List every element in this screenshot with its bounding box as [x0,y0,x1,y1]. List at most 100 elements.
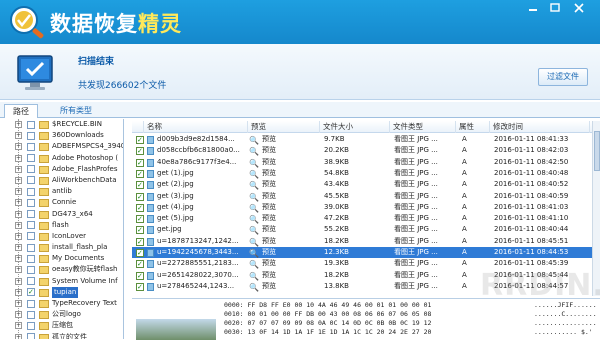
tree-checkbox[interactable] [27,165,35,174]
tree-item[interactable]: + ADBEFMSPCS4_3940? [0,141,123,152]
column-type[interactable]: 文件类型 [390,121,456,133]
tree-item[interactable]: + $RECYCLE.BIN [0,119,123,130]
tree-checkbox[interactable] [27,321,35,330]
preview-link[interactable]: 预览 [262,270,312,281]
tab-path[interactable]: 路径 [4,104,38,118]
tree-checkbox[interactable] [27,210,35,218]
preview-link[interactable]: 预览 [262,168,312,179]
expand-toggle-icon[interactable]: + [15,277,22,285]
expand-toggle-icon[interactable]: + [15,132,22,140]
tree-item[interactable]: + install_flash_pla [0,242,123,253]
preview-link[interactable]: 预览 [262,213,312,224]
tree-item[interactable]: +360Downloads [0,130,123,141]
tree-item[interactable]: + TypeRecovery Text [0,298,123,309]
tree-checkbox[interactable] [27,310,35,319]
column-attribute[interactable]: 属性 [456,121,490,133]
tree-checkbox[interactable] [27,243,35,252]
expand-toggle-icon[interactable]: + [15,300,22,307]
tree-item[interactable]: + tupian [0,286,123,299]
expand-toggle-icon[interactable]: + [15,266,22,274]
row-checkbox[interactable] [136,225,144,237]
expand-toggle-icon[interactable]: + [15,244,22,252]
expand-toggle-icon[interactable]: + [15,121,22,128]
tree-item[interactable]: + AliWorkbenchData [0,175,123,186]
tree-item[interactable]: + Adobe Photoshop ( [0,153,123,164]
preview-link[interactable]: 预览 [262,236,312,247]
header-select-checkbox[interactable] [132,121,144,133]
scrollbar-thumb[interactable] [594,131,600,171]
tree-checkbox[interactable] [27,176,35,185]
expand-toggle-icon[interactable]: + [15,188,22,196]
expand-toggle-icon[interactable]: + [15,165,22,173]
maximize-icon[interactable] [548,3,562,13]
tree-item[interactable]: + System Volume Inf [0,276,123,287]
filter-files-button[interactable]: 过滤文件 [538,68,588,86]
tree-item[interactable]: + oeasy教你玩转flash [0,264,123,275]
table-row[interactable]: 40e8a786c9177f3e4...🔍预览38.9KB看图王 JPG ...… [132,157,600,169]
row-checkbox[interactable] [136,180,144,191]
expand-toggle-icon[interactable]: + [15,221,22,229]
tree-item[interactable]: + My Documents [0,253,123,264]
row-checkbox[interactable] [136,169,144,180]
preview-link[interactable]: 预览 [262,224,312,235]
table-row[interactable]: d058ccbfb6c81800a0...🔍预览20.2KB看图王 JPG ..… [132,145,600,158]
tree-item[interactable]: + 压缩包 [0,320,123,331]
row-checkbox[interactable] [136,158,144,169]
tree-checkbox[interactable] [27,232,35,241]
tree-checkbox[interactable] [27,131,35,140]
table-row[interactable]: get (5).jpg🔍预览47.2KB看图王 JPG ...A2016-01-… [132,213,600,225]
expand-toggle-icon[interactable]: + [15,288,22,296]
table-row[interactable]: get (4).jpg🔍预览39.0KB看图王 JPG ...A2016-01-… [132,202,600,214]
magnifier-icon[interactable]: 🔍 [249,282,259,293]
column-modified-time[interactable]: 修改时间 [490,121,590,133]
row-checkbox[interactable] [136,214,144,225]
expand-toggle-icon[interactable]: + [15,154,22,162]
column-preview[interactable]: 预览 [248,121,320,133]
expand-toggle-icon[interactable]: + [15,210,22,218]
row-checkbox[interactable] [136,146,144,158]
tab-all-types[interactable]: 所有类型 [52,104,100,118]
table-row[interactable]: get (3).jpg🔍预览45.5KB看图王 JPG ...A2016-01-… [132,191,600,203]
table-row[interactable]: u=1942245678,3443...🔍预览12.3KB看图王 JPG ...… [132,247,600,259]
table-row[interactable]: get.jpg🔍预览55.2KB看图王 JPG ...A2016-01-11 0… [132,224,600,237]
expand-toggle-icon[interactable]: + [15,176,22,184]
row-checkbox[interactable] [136,271,144,282]
row-checkbox[interactable] [136,135,144,146]
row-checkbox[interactable] [136,192,144,203]
expand-toggle-icon[interactable]: + [15,311,22,319]
preview-link[interactable]: 预览 [262,134,312,145]
expand-toggle-icon[interactable]: + [15,333,22,339]
table-row[interactable]: d009b3d9e82d1584...🔍预览9.7KB看图王 JPG ...A2… [132,134,600,146]
tree-checkbox[interactable] [27,287,35,299]
preview-link[interactable]: 预览 [262,145,312,156]
tree-item[interactable]: + 公司logo [0,309,123,320]
tree-item[interactable]: + flash [0,220,123,231]
tree-checkbox[interactable] [27,277,35,286]
expand-toggle-icon[interactable]: + [15,232,22,240]
row-checkbox[interactable] [136,203,144,214]
table-row[interactable]: u=1878713247,1242...🔍预览18.2KB看图王 JPG ...… [132,236,600,248]
expand-toggle-icon[interactable]: + [15,322,22,330]
preview-link[interactable]: 预览 [262,191,312,202]
close-icon[interactable] [572,3,586,13]
preview-link[interactable]: 预览 [262,258,312,269]
table-row[interactable]: get (1).jpg🔍预览54.8KB看图王 JPG ...A2016-01-… [132,168,600,180]
expand-toggle-icon[interactable]: + [15,199,22,207]
preview-link[interactable]: 预览 [262,157,312,168]
row-checkbox[interactable] [136,259,144,271]
expand-toggle-icon[interactable]: + [15,255,22,263]
row-checkbox[interactable] [136,282,144,293]
tree-checkbox[interactable] [27,120,35,129]
preview-link[interactable]: 预览 [262,179,312,190]
tree-item[interactable]: + 孤立的文件 [0,332,123,339]
tree-checkbox[interactable] [27,198,35,207]
column-name[interactable]: 名称 [144,121,248,133]
preview-link[interactable]: 预览 [262,281,312,292]
row-checkbox[interactable] [136,237,144,248]
expand-toggle-icon[interactable]: + [15,143,22,151]
tree-checkbox[interactable] [27,142,35,151]
tree-checkbox[interactable] [27,333,35,339]
tree-item[interactable]: + Adobe_FlashProfes [0,164,123,175]
tree-checkbox[interactable] [27,265,35,274]
tree-item[interactable]: + DG473_x64 [0,209,123,220]
